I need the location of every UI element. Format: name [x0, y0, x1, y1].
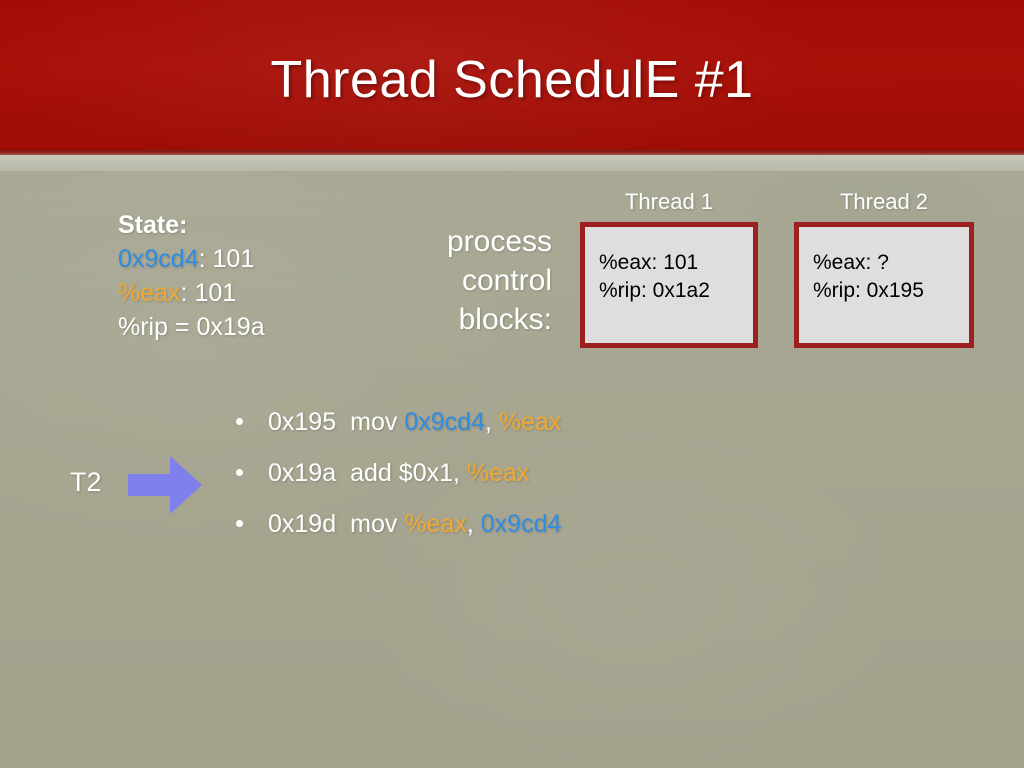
current-thread-label: T2 — [70, 467, 102, 497]
instruction-text: 0x19a add $0x1, %eax — [268, 455, 529, 491]
thread-2-label: Thread 2 — [839, 189, 929, 214]
pcb-caption-line-3: blocks: — [458, 303, 552, 336]
thread-2-rip: %rip: 0x195 — [813, 279, 924, 302]
bullet-icon — [236, 469, 243, 476]
instruction-operand-2: 0x9cd4 — [480, 510, 562, 538]
instruction-operand-1: 0x9cd4 — [404, 408, 485, 436]
instruction-mnemonic: add — [350, 459, 392, 487]
pcb-caption: process control blocks: — [360, 222, 552, 339]
instruction-address: 0x195 — [268, 408, 337, 436]
thread-2-pcb-box: %eax: ? %rip: 0x195 — [794, 222, 974, 348]
instruction-mnemonic: mov — [350, 510, 398, 538]
instruction-text: 0x19d mov %eax, 0x9cd4 — [268, 506, 561, 542]
state-eax-rest: : 101 — [180, 279, 237, 307]
instruction-separator: , — [484, 408, 492, 436]
instruction-operand-2: %eax — [498, 408, 562, 436]
thread-1-eax: %eax: 101 — [599, 251, 699, 274]
thread-1-label: Thread 1 — [624, 189, 714, 214]
list-item: 0x195 mov 0x9cd4, %eax — [236, 404, 756, 455]
list-item: 0x19a add $0x1, %eax — [236, 455, 756, 506]
instruction-mnemonic: mov — [350, 408, 398, 436]
instruction-operand-1: %eax — [404, 510, 467, 538]
instruction-operand-1: $0x1 — [398, 459, 454, 487]
page-title: Thread SchedulE #1 — [270, 51, 754, 109]
instruction-address: 0x19a — [268, 459, 337, 487]
instruction-separator: , — [466, 510, 474, 538]
thread-1-pcb-box: %eax: 101 %rip: 0x1a2 — [580, 222, 758, 348]
slide: Thread SchedulE #1 State: 0x9cd4: 101 %e… — [0, 0, 1024, 768]
bullet-icon — [236, 418, 243, 425]
pcb-caption-line-1: process — [446, 225, 552, 258]
state-address-value: 0x9cd4 — [118, 245, 199, 273]
thread-1-column: Thread 1 %eax: 101 %rip: 0x1a2 — [580, 188, 758, 348]
instruction-separator: , — [453, 459, 460, 487]
thread-1-rip: %rip: 0x1a2 — [599, 279, 710, 302]
banner-underline-band — [0, 155, 1024, 171]
state-address-rest: : 101 — [198, 245, 255, 273]
bullet-icon — [236, 520, 243, 527]
state-eax-register: %eax — [118, 279, 181, 307]
pcb-caption-line-2: control — [461, 264, 552, 297]
thread-2-eax: %eax: ? — [813, 251, 889, 274]
instruction-operand-2: %eax — [466, 459, 530, 487]
instruction-address: 0x19d — [268, 510, 337, 538]
thread-2-column: Thread 2 %eax: ? %rip: 0x195 — [794, 188, 974, 348]
instruction-list: 0x195 mov 0x9cd4, %eax 0x19a add $0x1, %ea… — [236, 404, 756, 557]
right-arrow-icon — [128, 456, 202, 514]
list-item: 0x19d mov %eax, 0x9cd4 — [236, 506, 756, 557]
instruction-text: 0x195 mov 0x9cd4, %eax — [268, 404, 561, 440]
